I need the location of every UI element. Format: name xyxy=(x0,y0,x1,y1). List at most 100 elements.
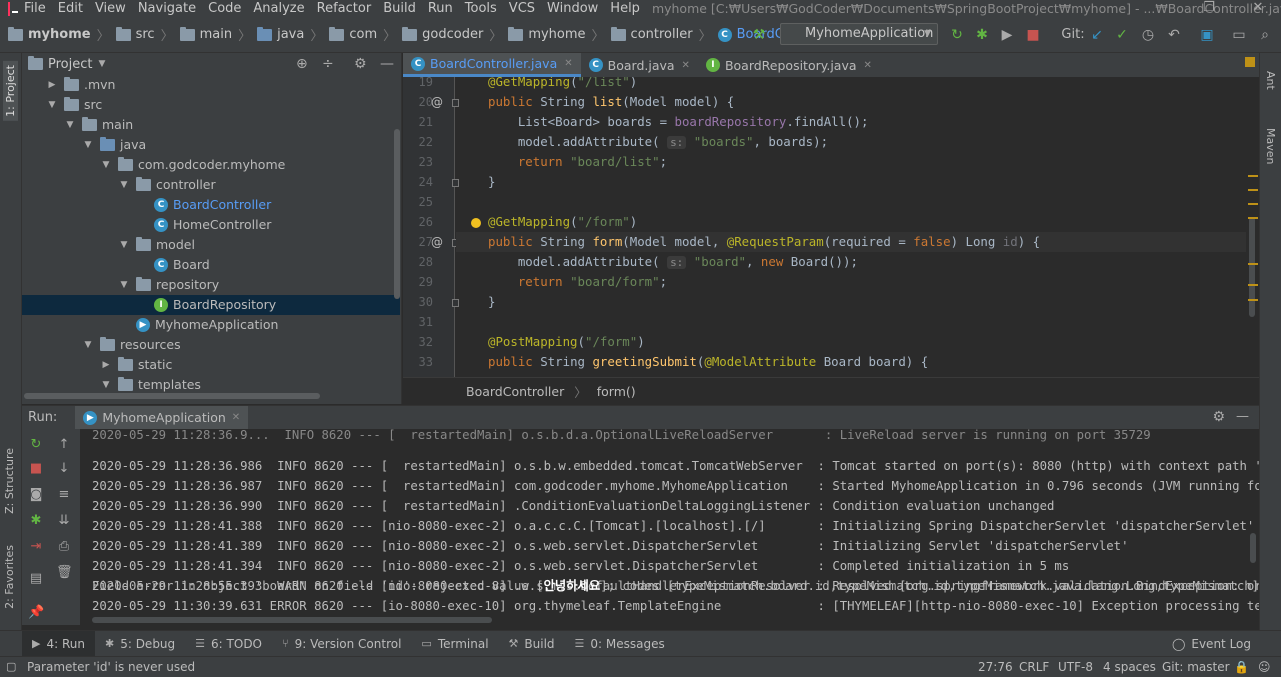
scroll-up-icon[interactable]: ↑ xyxy=(56,437,72,453)
breadcrumb-com[interactable]: com 〉 xyxy=(329,25,402,44)
close-tab-icon[interactable]: ✕ xyxy=(564,58,572,69)
event-log-button[interactable]: ◯ Event Log xyxy=(1172,631,1251,657)
project-tree-item[interactable]: I BoardRepository xyxy=(22,295,400,315)
ant-tool-tab[interactable]: Ant xyxy=(1264,71,1277,90)
expanded-arrow-icon[interactable]: ▼ xyxy=(100,155,112,175)
close-tab-icon[interactable]: ✕ xyxy=(232,412,240,423)
close-window-icon[interactable]: ✕ xyxy=(1240,0,1276,17)
inspector-icon[interactable]: ☺ xyxy=(1258,657,1271,677)
editor-scrollbar[interactable] xyxy=(1249,217,1255,317)
tool-tab-terminal[interactable]: ▭ Terminal xyxy=(411,631,498,657)
stop-icon[interactable]: ■ xyxy=(1024,26,1042,44)
fold-marker-icon[interactable] xyxy=(452,179,459,187)
history-icon[interactable]: ◷ xyxy=(1139,26,1157,44)
fold-marker-icon[interactable] xyxy=(452,299,459,307)
crumb-method[interactable]: form() xyxy=(597,384,636,399)
breadcrumb-src[interactable]: src 〉 xyxy=(115,25,180,44)
collapsed-arrow-icon[interactable]: ▶ xyxy=(100,355,112,375)
debug-bug-icon[interactable]: ✱ xyxy=(973,26,991,44)
tool-tab-messages[interactable]: ☰ 0: Messages xyxy=(565,631,675,657)
rerun-icon[interactable]: ↻ xyxy=(28,437,44,453)
menu-file[interactable]: File xyxy=(18,0,52,17)
menu-analyze[interactable]: Analyze xyxy=(247,0,310,17)
search-icon[interactable]: ⌕ xyxy=(1256,26,1274,44)
gear-icon[interactable]: ⚙ xyxy=(1212,409,1225,425)
breadcrumb-myhome-pkg[interactable]: myhome 〉 xyxy=(508,25,610,44)
debug-icon[interactable]: ✱ xyxy=(28,513,44,529)
project-tree-item[interactable]: ▼ controller xyxy=(118,175,216,195)
project-tree-item[interactable]: ▼ templates xyxy=(100,375,201,395)
tool-tab-todo[interactable]: ☰ 6: TODO xyxy=(185,631,272,657)
expanded-arrow-icon[interactable]: ▼ xyxy=(118,235,130,255)
expanded-arrow-icon[interactable]: ▼ xyxy=(82,335,94,355)
vcs-commit-icon[interactable]: ✓ xyxy=(1113,26,1131,44)
editor-tab-boardrepository[interactable]: I BoardRepository.java ✕ xyxy=(698,53,880,77)
console-vertical-scrollbar[interactable] xyxy=(1250,533,1256,563)
status-layout-icon[interactable]: ▢ xyxy=(6,657,16,677)
editor-tab-board[interactable]: C Board.java ✕ xyxy=(581,53,698,77)
structure-tool-tab[interactable]: Z: Structure xyxy=(3,448,16,514)
vcs-update-icon[interactable]: ↙ xyxy=(1088,26,1106,44)
menu-build[interactable]: Build xyxy=(377,0,422,17)
build-hammer-icon[interactable]: ⚒ xyxy=(750,26,768,44)
favorites-tool-tab[interactable]: 2: Favorites xyxy=(3,545,16,609)
menu-refactor[interactable]: Refactor xyxy=(311,0,378,17)
project-tree-item[interactable]: ▶ .mvn xyxy=(46,75,115,95)
breadcrumb-godcoder[interactable]: godcoder 〉 xyxy=(402,25,508,44)
tool-tab-version-control[interactable]: ⑂ 9: Version Control xyxy=(272,631,411,657)
file-encoding[interactable]: UTF-8 xyxy=(1058,657,1093,677)
project-structure-icon[interactable]: ▣ xyxy=(1198,26,1216,44)
layout-icon[interactable]: ▭ xyxy=(1230,26,1248,44)
project-tree-item[interactable]: C Board xyxy=(136,255,210,275)
minimize-icon[interactable]: — xyxy=(380,56,394,72)
console-output[interactable]: 2020-05-29 11:28:36.9... INFO 8620 --- [… xyxy=(80,429,1259,625)
lock-icon[interactable]: 🔒 xyxy=(1234,657,1249,677)
rollback-icon[interactable]: ↶ xyxy=(1165,26,1183,44)
breadcrumb-myhome[interactable]: myhome 〉 xyxy=(8,25,116,44)
menu-edit[interactable]: Edit xyxy=(52,0,89,17)
chevron-down-icon[interactable]: ▼ xyxy=(98,59,105,69)
menu-code[interactable]: Code xyxy=(202,0,247,17)
project-tree-item[interactable]: ▶ MyhomeApplication xyxy=(118,315,278,335)
soft-wrap-icon[interactable]: ≡ xyxy=(56,487,72,503)
rerun-icon[interactable]: ↻ xyxy=(948,26,966,44)
expanded-arrow-icon[interactable]: ▼ xyxy=(64,115,76,135)
tool-tab-build[interactable]: ⚒ Build xyxy=(499,631,565,657)
close-tab-icon[interactable]: ✕ xyxy=(682,60,690,71)
expanded-arrow-icon[interactable]: ▼ xyxy=(100,375,112,395)
project-tree-item[interactable]: ▼ java xyxy=(82,135,146,155)
console-horizontal-scrollbar[interactable] xyxy=(92,617,492,623)
project-horizontal-scrollbar[interactable] xyxy=(24,393,320,399)
code-editor[interactable]: 19 20 21 22 23 24 25 26 27 28 29 30 31 32 33 @ @ @GetMap… xyxy=(403,77,1259,377)
tool-tab-run[interactable]: ▶ 4: Run xyxy=(22,630,95,657)
pin-icon[interactable]: 📌 xyxy=(28,605,44,621)
expanded-arrow-icon[interactable]: ▼ xyxy=(118,175,130,195)
trash-icon[interactable]: 🗑 xyxy=(56,565,73,581)
menu-help[interactable]: Help xyxy=(604,0,646,17)
caret-position[interactable]: 27:76 xyxy=(978,657,1013,677)
project-tree-item[interactable]: ▼ main xyxy=(64,115,133,135)
locate-target-icon[interactable]: ⊕ xyxy=(296,56,308,72)
project-panel-title[interactable]: Project xyxy=(48,57,92,72)
stop-icon[interactable]: ■ xyxy=(28,461,44,477)
collapse-all-icon[interactable]: ÷ xyxy=(322,56,334,72)
breadcrumb-java[interactable]: java 〉 xyxy=(257,25,329,44)
menu-vcs[interactable]: VCS xyxy=(503,0,541,17)
lightbulb-icon[interactable] xyxy=(471,218,481,228)
project-tree-item[interactable]: ▼ com.godcoder.myhome xyxy=(100,155,285,175)
expanded-arrow-icon[interactable]: ▼ xyxy=(46,95,58,115)
run-configuration-select[interactable]: MyhomeApplication xyxy=(780,23,938,45)
expanded-arrow-icon[interactable]: ▼ xyxy=(118,275,130,295)
project-tree-item[interactable]: C BoardController xyxy=(136,195,271,215)
minimize-icon[interactable]: — xyxy=(1236,409,1249,424)
gear-icon[interactable]: ⚙ xyxy=(354,56,367,72)
menu-tools[interactable]: Tools xyxy=(459,0,503,17)
git-branch[interactable]: Git: master xyxy=(1162,657,1230,677)
project-vertical-scrollbar[interactable] xyxy=(394,129,400,299)
line-separator[interactable]: CRLF xyxy=(1019,657,1049,677)
menu-run[interactable]: Run xyxy=(422,0,459,17)
breadcrumb-main[interactable]: main 〉 xyxy=(179,25,258,44)
scroll-to-end-icon[interactable]: ⇊ xyxy=(56,513,72,529)
project-tree-item[interactable]: ▼ model xyxy=(118,235,195,255)
editor-tab-boardcontroller[interactable]: C BoardController.java ✕ xyxy=(403,53,581,77)
